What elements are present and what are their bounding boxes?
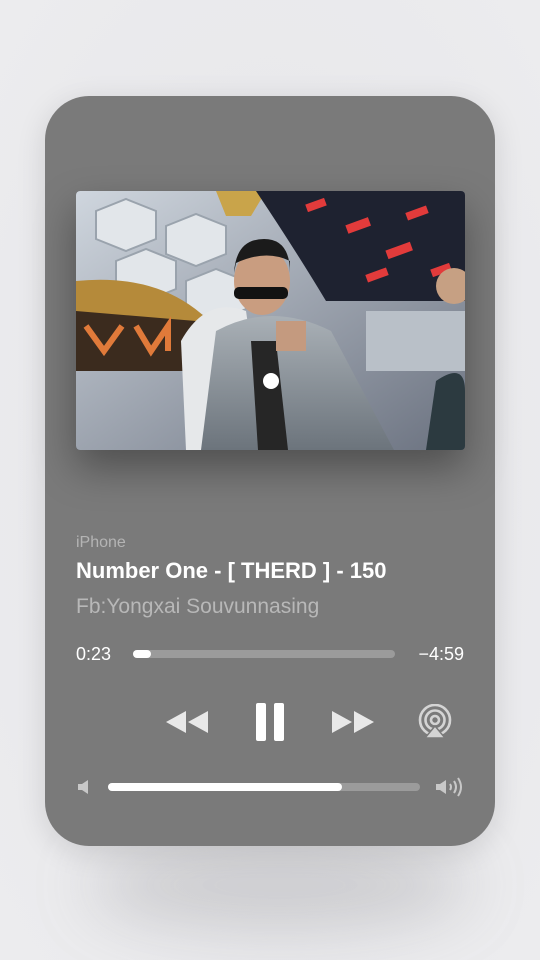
elapsed-time: 0:23 [76,644,112,664]
speaker-low-icon [78,780,88,794]
rewind-button[interactable] [163,702,211,742]
background-shadow [90,840,470,930]
airplay-button[interactable] [417,704,453,740]
progress-fill [133,650,152,658]
fast-forward-button[interactable] [329,702,377,742]
now-playing-card: iPhone Number One - [ THERD ] - 150 Fb:Y… [45,96,495,846]
track-artist: Fb:Yongxai Souvunnasing [76,595,320,618]
progress-scrubber[interactable] [133,650,395,658]
volume-slider[interactable] [108,783,420,791]
speaker-high-icon [436,777,462,797]
volume-fill [108,783,342,791]
pause-button[interactable] [248,698,292,746]
output-device-label: iPhone [76,534,126,551]
pause-icon [256,703,284,741]
album-artwork [76,191,465,450]
track-title: Number One - [ THERD ] - 150 [76,558,387,583]
remaining-time: −4:59 [418,644,464,664]
airplay-icon [418,704,452,739]
volume-high-icon-wrap [433,776,465,798]
volume-low-icon-wrap [75,778,93,796]
fast-forward-icon [332,711,374,733]
rewind-icon [166,711,208,733]
